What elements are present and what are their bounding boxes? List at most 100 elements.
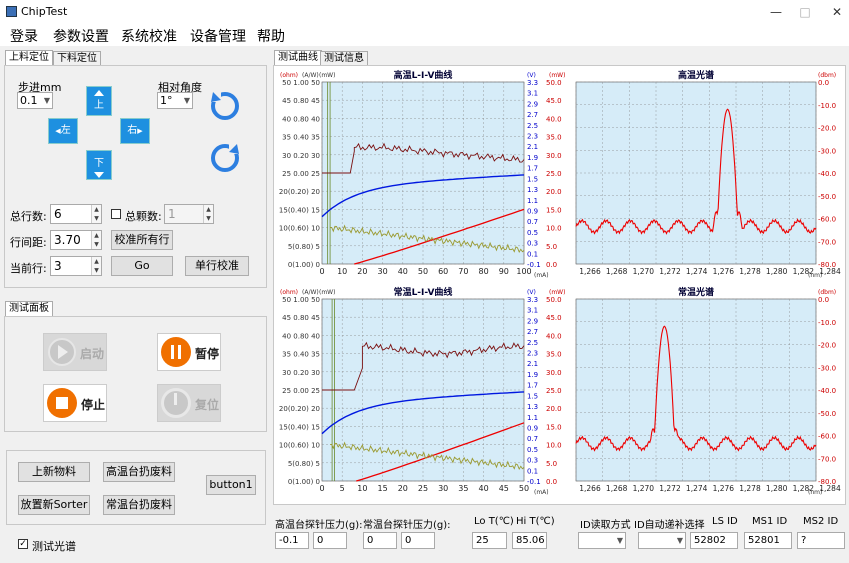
rotate-ccw-button[interactable] [207,88,243,127]
reset-button[interactable]: 复位 [157,384,221,422]
x-tick-label: 60 [438,267,448,276]
hot-pressure-input-2[interactable]: 0 [313,532,347,549]
normal-pressure-input-2[interactable]: 0 [401,532,435,549]
v-tick-label: 1.5 [527,175,538,183]
dbm-tick-label: 0.0 [818,296,829,304]
rotate-cw-button[interactable] [207,140,243,179]
button1[interactable]: button1 [206,475,256,495]
v-tick-label: 2.3 [527,350,538,358]
arrow-down-icon [94,172,104,178]
normal-discard-button[interactable]: 常温台扔废料 [103,495,175,515]
dbm-tick-label: -40.0 [818,387,836,395]
x-tick-label: 1,266 [579,267,601,276]
pause-button[interactable]: 暂停 [157,333,221,371]
calibrate-all-rows-button[interactable]: 校准所有行 [111,230,173,250]
new-material-button[interactable]: 上新物料 [18,462,90,482]
row-spacing-input[interactable]: 3.70 ▲ ▼ [50,230,102,250]
move-up-button[interactable]: 上 [86,86,112,116]
y-tick-label: 10(0.60) 10 [279,442,320,450]
spectrum-checkbox[interactable]: ✓ [18,539,28,549]
ms1-id-input[interactable]: 52801 [744,532,792,549]
x-tick-label: 45 [499,484,509,493]
v-tick-label: 0.3 [527,240,538,248]
v-tick-label: 2.1 [527,143,538,151]
y-tick-label: 50 1.00 50 [282,296,320,304]
tab-test-curve[interactable]: 测试曲线 [274,50,322,66]
current-row-input[interactable]: 3 ▲ ▼ [50,256,102,276]
new-sorter-button[interactable]: 放置新Sorter [18,495,90,515]
hot-discard-button[interactable]: 高温台扔废料 [103,462,175,482]
x-tick-label: 1,266 [579,484,601,493]
mw-tick-label: 5.0 [546,460,557,468]
ms2-id-input[interactable]: ? [797,532,845,549]
y-tick-label: 35 0.40 35 [282,351,320,359]
chart-title: 高温光谱 [678,69,714,81]
axis-unit: (V) [527,289,536,296]
x-tick-label: 1,276 [713,267,735,276]
v-tick-label: 1.7 [527,165,538,173]
move-down-label: 下 [94,158,104,169]
mw-tick-label: 35.0 [546,351,562,359]
v-tick-label: 2.3 [527,133,538,141]
x-tick-label: 20 [357,267,367,276]
tab-load-position[interactable]: 上料定位 [5,50,53,66]
mw-tick-label: 5.0 [546,243,557,251]
menu-calibration[interactable]: 系统校准 [121,26,177,46]
total-rows-input[interactable]: 6 ▲ ▼ [50,204,102,224]
x-tick-label: 80 [479,267,489,276]
x-tick-label: 5 [340,484,345,493]
y-tick-label: 0(1.00) 0 [288,478,320,486]
x-tick-label: 1,284 [819,484,841,493]
step-select[interactable]: 0.1 ▼ [17,92,53,109]
move-left-button[interactable]: ◀左 [48,118,78,144]
total-count-input[interactable]: 1 ▲ ▼ [164,204,214,224]
total-count-label: 总颗数: [125,210,162,223]
hi-temp-input[interactable]: 85.06 [512,532,547,549]
mw-tick-label: 0.0 [546,261,557,269]
mw-tick-label: 25.0 [546,387,562,395]
spectrum-check-label: 测试光谱 [32,540,76,553]
chevron-down-icon: ▼ [183,96,190,105]
y-tick-label: 10(0.60) 10 [279,225,320,233]
axis-unit: (dbm) [818,72,836,79]
menu-login[interactable]: 登录 [10,26,38,46]
single-row-calibrate-button[interactable]: 单行校准 [185,256,249,276]
hot-liv-chart: 高温L-I-V曲线(ohm) (A/W) (mW) (V) (mW)(mA)50 1.0… [278,68,570,280]
x-tick-label: 30 [438,484,448,493]
x-tick-label: 1,270 [633,484,655,493]
dbm-tick-label: -70.0 [818,238,836,246]
id-auto-fill-select[interactable]: ▼ [638,532,686,549]
stop-button[interactable]: 停止 [43,384,107,422]
dbm-tick-label: -70.0 [818,455,836,463]
dbm-tick-label: -30.0 [818,147,836,155]
hot-pressure-input-1[interactable]: -0.1 [275,532,309,549]
x-tick-label: 1,278 [739,484,761,493]
go-button[interactable]: Go [111,256,173,276]
tab-test-panel[interactable]: 测试面板 [5,301,53,317]
v-tick-label: 1.7 [527,382,538,390]
id-read-mode-select[interactable]: ▼ [578,532,626,549]
mw-tick-label: 45.0 [546,314,562,322]
x-tick-label: 25 [418,484,428,493]
start-button[interactable]: 启动 [43,333,107,371]
x-tick-label: 1,282 [793,267,815,276]
lo-temp-input[interactable]: 25 [472,532,507,549]
x-tick-label: 1,280 [766,484,788,493]
total-count-checkbox[interactable] [111,209,121,219]
minimize-button[interactable]: — [761,0,791,24]
normal-pressure-input-1[interactable]: 0 [363,532,397,549]
menu-device[interactable]: 设备管理 [190,26,246,46]
close-button[interactable]: ✕ [822,0,849,24]
ms2-id-label: MS2 ID [803,516,839,527]
ls-id-input[interactable]: 52802 [690,532,738,549]
x-tick-label: 10 [337,267,347,276]
current-row-label: 当前行: [10,262,47,275]
move-right-button[interactable]: 右▶ [120,118,150,144]
stop-icon [47,388,77,418]
menu-params[interactable]: 参数设置 [53,26,109,46]
menu-help[interactable]: 帮助 [257,26,285,46]
maximize-button[interactable]: □ [790,0,820,24]
angle-select[interactable]: 1° ▼ [157,92,193,109]
move-down-button[interactable]: 下 [86,150,112,180]
window-title: ChipTest [21,5,68,18]
